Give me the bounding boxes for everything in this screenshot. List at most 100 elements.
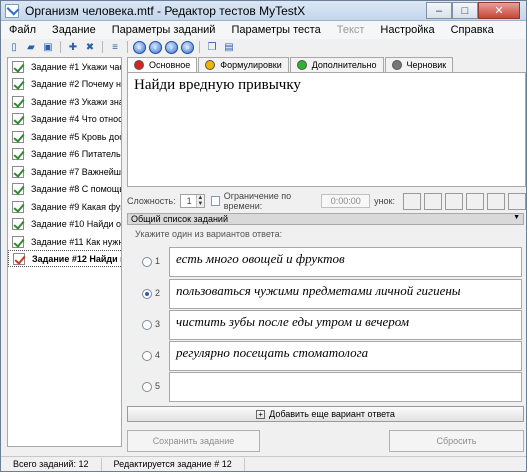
- tab-formulations[interactable]: Формулировки: [198, 57, 289, 72]
- nav-first-icon[interactable]: «: [133, 40, 146, 54]
- tab-draft[interactable]: Черновик: [384, 57, 454, 72]
- blank-tool-icon[interactable]: [445, 192, 463, 210]
- reset-button[interactable]: Сбросить: [389, 430, 524, 452]
- list-item-active[interactable]: Задание #12 Найди в: [8, 250, 121, 267]
- close-button[interactable]: ✕: [478, 2, 520, 19]
- check-icon: [12, 147, 24, 160]
- nav-prev-icon[interactable]: ‹: [149, 40, 162, 54]
- list-item[interactable]: Задание #3 Укажи значе: [8, 93, 121, 110]
- copy-icon[interactable]: ❐: [205, 41, 219, 54]
- camera-icon[interactable]: [424, 192, 442, 210]
- list-item[interactable]: Задание #11 Как нужно: [8, 233, 121, 250]
- maximize-button[interactable]: □: [452, 2, 478, 19]
- toolbar-separator: [102, 41, 103, 53]
- plus-icon: +: [256, 409, 266, 419]
- list-item[interactable]: Задание #8 С помощью: [8, 180, 121, 197]
- list-item[interactable]: Задание #10 Найди опре: [8, 215, 121, 232]
- answer-text[interactable]: [169, 372, 522, 402]
- paste-icon[interactable]: ▤: [222, 41, 236, 54]
- answer-radio[interactable]: [142, 382, 152, 392]
- tab-additional[interactable]: Дополнительно: [289, 57, 384, 72]
- menu-settings[interactable]: Настройка: [380, 24, 434, 36]
- new-file-icon[interactable]: ▯: [7, 41, 21, 54]
- nav-last-icon[interactable]: »: [181, 40, 194, 54]
- answer-row: 5: [137, 372, 522, 403]
- answer-text[interactable]: есть много овощей и фруктов: [169, 247, 522, 277]
- answer-number: 2: [155, 288, 161, 298]
- options-bar: Сложность: 1 ▲ ▼ Ограничение по времени: 0…: [127, 191, 526, 211]
- title-bar: Организм человека.mtf - Редактор тестов …: [1, 1, 526, 21]
- difficulty-stepper[interactable]: 1 ▲ ▼: [179, 194, 205, 208]
- add-task-icon[interactable]: ✚: [66, 41, 80, 54]
- menu-test-params[interactable]: Параметры теста: [231, 24, 320, 36]
- status-bar: Всего заданий: 12 Редактируется задание …: [1, 456, 526, 471]
- save-icon[interactable]: ▣: [41, 41, 55, 54]
- task-list: Задание #1 Укажи части Задание #2 Почему…: [7, 57, 122, 447]
- tab-main[interactable]: Основное: [127, 57, 198, 72]
- nav-next-icon[interactable]: ›: [165, 40, 178, 54]
- app-icon: [5, 4, 19, 18]
- open-folder-icon[interactable]: ▰: [24, 41, 38, 54]
- time-limit-checkbox[interactable]: [210, 196, 220, 206]
- menu-text[interactable]: Текст: [337, 24, 365, 36]
- time-limit-label: Ограничение по времени:: [223, 191, 292, 211]
- list-item[interactable]: Задание #6 Питательн: [8, 145, 121, 162]
- red-dot-icon: [134, 60, 144, 70]
- insert-image-icon[interactable]: [403, 192, 421, 210]
- answer-radio-selected[interactable]: [142, 289, 152, 299]
- blank-tool-icon[interactable]: [508, 192, 526, 210]
- toolbar: ▯ ▰ ▣ ✚ ✖ ≡ « ‹ › » ❐ ▤: [1, 39, 526, 55]
- check-icon: [12, 112, 24, 125]
- toolbar-separator: [60, 41, 61, 53]
- blank-tool-icon[interactable]: [487, 192, 505, 210]
- answers-label: Укажите один из вариантов ответа:: [135, 229, 283, 239]
- toolbar-separator: [199, 41, 200, 53]
- list-item[interactable]: Задание #7 Важнейшей: [8, 163, 121, 180]
- answer-radio[interactable]: [142, 320, 152, 330]
- editor-tabs: Основное Формулировки Дополнительно Черн…: [127, 57, 526, 72]
- paste-image-icon[interactable]: [466, 192, 484, 210]
- answer-row: 4 регулярно посещать стоматолога: [137, 341, 522, 372]
- answer-radio[interactable]: [142, 257, 152, 267]
- list-item[interactable]: Задание #2 Почему надо: [8, 75, 121, 92]
- answer-number: 5: [155, 381, 161, 391]
- list-item[interactable]: Задание #5 Кровь доста: [8, 128, 121, 145]
- picture-label: унок:: [374, 196, 395, 206]
- chevron-down-icon: ▼: [513, 214, 520, 221]
- menu-help[interactable]: Справка: [451, 24, 494, 36]
- add-answer-button[interactable]: + Добавить еще вариант ответа: [127, 406, 524, 422]
- list-item[interactable]: Задание #1 Укажи части: [8, 58, 121, 75]
- menu-task-params[interactable]: Параметры заданий: [112, 24, 216, 36]
- menu-file[interactable]: Файл: [9, 24, 36, 36]
- status-total: Всего заданий: 12: [1, 457, 102, 471]
- difficulty-label: Сложность:: [127, 196, 176, 206]
- check-icon: [12, 60, 24, 73]
- toolbar-separator: [127, 41, 128, 53]
- task-properties-icon[interactable]: ≡: [108, 41, 122, 54]
- answer-radio[interactable]: [142, 351, 152, 361]
- list-item[interactable]: Задание #9 Какая функ: [8, 198, 121, 215]
- check-icon: [12, 165, 24, 178]
- task-list-dropdown[interactable]: Общий список заданий ▼: [127, 213, 524, 225]
- save-task-button[interactable]: Сохранить задание: [127, 430, 260, 452]
- answer-number: 1: [155, 256, 161, 266]
- minimize-button[interactable]: –: [426, 2, 452, 19]
- check-icon: [12, 77, 24, 90]
- menu-task[interactable]: Задание: [52, 24, 96, 36]
- delete-task-icon[interactable]: ✖: [83, 41, 97, 54]
- list-item[interactable]: Задание #4 Что относит: [8, 110, 121, 127]
- picture-tools: [403, 192, 526, 210]
- stepper-arrows-icon[interactable]: ▲ ▼: [195, 195, 204, 207]
- answer-text[interactable]: чистить зубы после еды утром и вечером: [169, 310, 522, 340]
- check-icon: [12, 217, 24, 230]
- answer-row: 2 пользоваться чужими предметами личной …: [137, 279, 522, 310]
- answer-text[interactable]: регулярно посещать стоматолога: [169, 341, 522, 371]
- check-icon: [12, 182, 24, 195]
- question-editor[interactable]: Найди вредную привычку: [127, 72, 526, 187]
- yellow-dot-icon: [205, 60, 216, 70]
- window-controls: – □ ✕: [426, 2, 520, 19]
- answer-text[interactable]: пользоваться чужими предметами личной ги…: [169, 279, 522, 309]
- check-icon: [12, 235, 24, 248]
- gray-dot-icon: [391, 60, 402, 70]
- time-field[interactable]: 0:00:00: [321, 194, 371, 208]
